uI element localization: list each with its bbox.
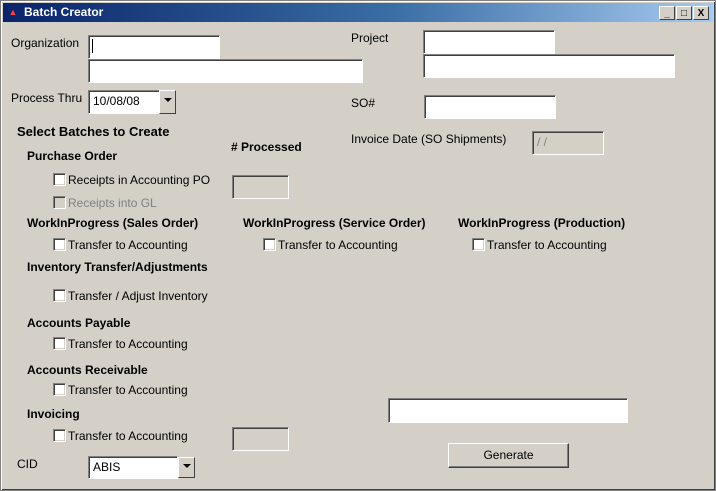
project-name-input[interactable] bbox=[423, 54, 675, 78]
so-number-input[interactable] bbox=[424, 95, 556, 119]
chevron-down-icon bbox=[164, 98, 172, 102]
wip-production-heading: WorkInProgress (Production) bbox=[458, 216, 626, 230]
project-label: Project bbox=[351, 31, 389, 45]
wip-sales-transfer-label: Transfer to Accounting bbox=[68, 238, 188, 252]
organization-name-input[interactable] bbox=[88, 59, 363, 83]
process-thru-dropdown[interactable] bbox=[159, 90, 176, 114]
generate-button[interactable]: Generate bbox=[448, 443, 569, 468]
receipts-gl-checkbox bbox=[53, 196, 66, 209]
wip-service-transfer-label: Transfer to Accounting bbox=[278, 238, 398, 252]
wip-sales-heading: WorkInProgress (Sales Order) bbox=[27, 216, 199, 230]
inventory-adjust-checkbox[interactable] bbox=[53, 289, 66, 302]
process-thru-label: Process Thru bbox=[11, 91, 83, 105]
accounts-receivable-heading: Accounts Receivable bbox=[27, 363, 148, 377]
processed-po-count bbox=[232, 175, 289, 199]
organization-label: Organization bbox=[11, 36, 80, 50]
status-field bbox=[388, 398, 628, 423]
inventory-adjust-label: Transfer / Adjust Inventory bbox=[68, 289, 208, 303]
minimize-button[interactable]: _ bbox=[659, 6, 675, 20]
so-number-label: SO# bbox=[351, 96, 376, 110]
process-thru-date[interactable]: 10/08/08 bbox=[88, 90, 160, 114]
invoice-date-input: / / bbox=[532, 131, 604, 155]
wip-service-transfer-checkbox[interactable] bbox=[263, 238, 276, 251]
project-code-input[interactable] bbox=[423, 30, 555, 54]
close-button[interactable]: X bbox=[693, 6, 709, 20]
ap-transfer-label: Transfer to Accounting bbox=[68, 337, 188, 351]
ap-transfer-checkbox[interactable] bbox=[53, 337, 66, 350]
ar-transfer-label: Transfer to Accounting bbox=[68, 383, 188, 397]
invoicing-heading: Invoicing bbox=[27, 407, 80, 421]
wip-production-transfer-checkbox[interactable] bbox=[472, 238, 485, 251]
processed-invoicing-count bbox=[232, 427, 289, 451]
accounts-payable-heading: Accounts Payable bbox=[27, 316, 131, 330]
receipts-accounting-po-label: Receipts in Accounting PO bbox=[68, 173, 211, 187]
purchase-order-heading: Purchase Order bbox=[27, 149, 118, 163]
app-icon: ▲ bbox=[8, 7, 18, 17]
window-title: Batch Creator bbox=[24, 5, 104, 19]
receipts-gl-label: Receipts into GL bbox=[68, 196, 157, 210]
wip-production-transfer-label: Transfer to Accounting bbox=[487, 238, 607, 252]
cid-label: CID bbox=[17, 457, 38, 471]
receipts-accounting-po-checkbox[interactable] bbox=[53, 173, 66, 186]
ar-transfer-checkbox[interactable] bbox=[53, 383, 66, 396]
invoicing-transfer-label: Transfer to Accounting bbox=[68, 429, 188, 443]
title-bar[interactable]: ▲ Batch Creator _ □ X bbox=[3, 3, 713, 22]
select-batches-heading: Select Batches to Create bbox=[17, 124, 170, 139]
processed-heading: # Processed bbox=[231, 140, 302, 154]
batch-creator-window: ▲ Batch Creator _ □ X Organization Proje… bbox=[0, 0, 716, 491]
invoice-date-label: Invoice Date (SO Shipments) bbox=[351, 132, 507, 146]
wip-service-heading: WorkInProgress (Service Order) bbox=[243, 216, 426, 230]
wip-sales-transfer-checkbox[interactable] bbox=[53, 238, 66, 251]
inventory-transfer-heading: Inventory Transfer/Adjustments bbox=[27, 260, 208, 274]
chevron-down-icon bbox=[183, 464, 191, 468]
text-cursor bbox=[92, 39, 93, 53]
maximize-button[interactable]: □ bbox=[676, 6, 692, 20]
cid-dropdown[interactable] bbox=[178, 457, 195, 478]
organization-code-input[interactable] bbox=[88, 35, 220, 59]
invoicing-transfer-checkbox[interactable] bbox=[53, 429, 66, 442]
cid-select[interactable]: ABIS bbox=[88, 456, 178, 479]
